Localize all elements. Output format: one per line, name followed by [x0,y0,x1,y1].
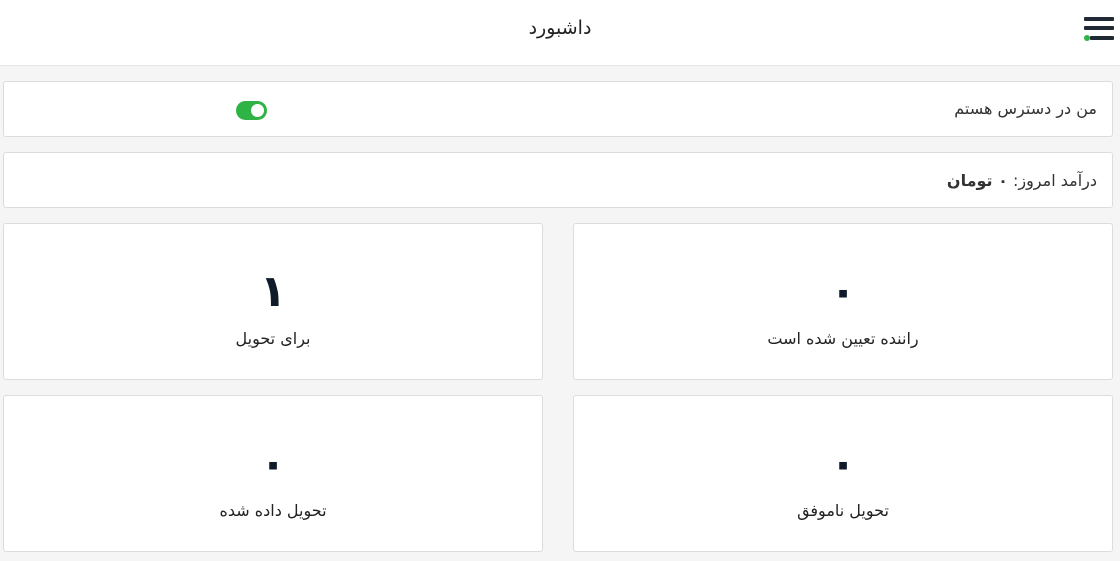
stat-value: ۰ [829,266,857,317]
income-label: درآمد امروز: [1012,171,1097,190]
online-status-dot [1084,35,1090,41]
availability-toggle[interactable] [236,101,267,120]
menu-bar-bottom [1090,36,1114,40]
stat-card-delivered[interactable]: ۰ تحویل داده شده [3,395,543,552]
toggle-knob [251,104,264,117]
stat-value: ۰ [829,438,857,489]
top-header: داشبورد [0,0,1120,66]
income-line: درآمد امروز: ۰ تومان [947,171,1097,190]
stat-label: برای تحویل [235,329,311,348]
hamburger-menu-icon[interactable] [1084,16,1114,46]
stat-card-failed-delivery[interactable]: ۰ تحویل ناموفق [573,395,1113,552]
stat-value: ۱ [259,266,287,317]
stat-label: تحویل داده شده [219,501,327,520]
stat-card-to-deliver[interactable]: ۱ برای تحویل [3,223,543,380]
stat-card-driver-assigned[interactable]: ۰ راننده تعیین شده است [573,223,1113,380]
menu-bar-top [1084,17,1114,21]
stat-value: ۰ [259,438,287,489]
availability-card: من در دسترس هستم [3,81,1113,137]
income-card: درآمد امروز: ۰ تومان [3,152,1113,208]
page-title: داشبورد [528,17,592,39]
stat-label: راننده تعیین شده است [767,329,919,348]
availability-label: من در دسترس هستم [954,99,1097,118]
stat-label: تحویل ناموفق [797,501,889,520]
income-amount: ۰ تومان [946,171,1008,190]
menu-bar-middle [1084,26,1114,30]
